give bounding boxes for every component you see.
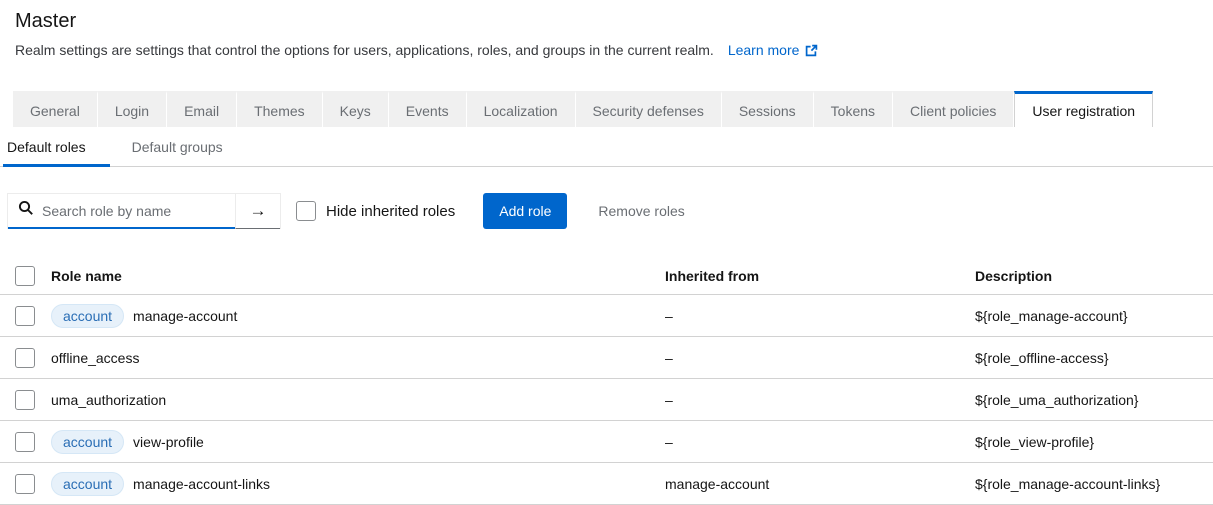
row-checkbox[interactable]	[15, 390, 35, 410]
subtab-default-roles[interactable]: Default roles	[3, 127, 110, 166]
table-row: offline_access – ${role_offline-access}	[0, 337, 1213, 379]
hide-inherited-label: Hide inherited roles	[326, 203, 455, 220]
search-input[interactable]	[42, 203, 227, 219]
role-description: ${role_view-profile}	[975, 434, 1213, 450]
tab-label: Email	[184, 103, 219, 119]
row-checkbox[interactable]	[15, 474, 35, 494]
inherited-from: manage-account	[665, 476, 975, 492]
role-description: ${role_uma_authorization}	[975, 392, 1213, 408]
tab-label: Security defenses	[593, 103, 704, 119]
tab-label: User registration	[1032, 103, 1135, 119]
tab-client-policies[interactable]: Client policies	[893, 91, 1014, 127]
tab-email[interactable]: Email	[167, 91, 237, 127]
container-badge: account	[51, 304, 124, 328]
realm-description-text: Realm settings are settings that control…	[15, 42, 714, 58]
table-row: account manage-account – ${role_manage-ac…	[0, 295, 1213, 337]
realm-description: Realm settings are settings that control…	[15, 42, 1197, 58]
inherited-from: –	[665, 392, 975, 408]
hide-inherited-checkbox[interactable]	[296, 201, 316, 221]
tab-keys[interactable]: Keys	[323, 91, 389, 127]
role-name: manage-account-links	[133, 476, 270, 492]
container-badge: account	[51, 430, 124, 454]
table-row: account view-profile – ${role_view-profil…	[0, 421, 1213, 463]
role-description: ${role_manage-account-links}	[975, 476, 1213, 492]
inherited-from: –	[665, 434, 975, 450]
row-checkbox[interactable]	[15, 432, 35, 452]
tab-label: Keys	[340, 103, 371, 119]
row-checkbox[interactable]	[15, 348, 35, 368]
learn-more-link[interactable]: Learn more	[728, 42, 819, 58]
tab-label: Client policies	[910, 103, 996, 119]
role-description: ${role_offline-access}	[975, 350, 1213, 366]
external-link-icon	[805, 44, 818, 57]
tab-localization[interactable]: Localization	[467, 91, 576, 127]
magnifier-icon	[18, 200, 34, 221]
tab-themes[interactable]: Themes	[237, 91, 323, 127]
roles-toolbar: → Hide inherited roles Add role Remove r…	[7, 193, 1213, 229]
column-description: Description	[975, 268, 1213, 284]
tab-general[interactable]: General	[13, 91, 98, 127]
table-row: account manage-account-links manage-accou…	[0, 463, 1213, 505]
role-name: manage-account	[133, 308, 237, 324]
search-submit-button[interactable]: →	[235, 194, 280, 229]
arrow-right-icon: →	[250, 201, 267, 221]
remove-roles-button[interactable]: Remove roles	[598, 203, 684, 219]
role-name: view-profile	[133, 434, 204, 450]
container-badge: account	[51, 472, 124, 496]
tab-events[interactable]: Events	[389, 91, 467, 127]
tab-user-registration[interactable]: User registration	[1014, 91, 1153, 127]
inherited-from: –	[665, 350, 975, 366]
tab-label: Login	[115, 103, 149, 119]
inherited-from: –	[665, 308, 975, 324]
subtab-label: Default roles	[7, 139, 86, 155]
table-header-row: Role name Inherited from Description	[0, 257, 1213, 295]
tab-label: Themes	[254, 103, 305, 119]
subtab-label: Default groups	[132, 139, 223, 155]
realm-settings-tabs: General Login Email Themes Keys Events L…	[13, 91, 1213, 127]
add-role-button[interactable]: Add role	[483, 193, 567, 229]
tab-label: Localization	[484, 103, 558, 119]
tab-sessions[interactable]: Sessions	[722, 91, 814, 127]
tab-label: Sessions	[739, 103, 796, 119]
tab-label: General	[30, 103, 80, 119]
search-group: →	[7, 193, 281, 229]
subtab-default-groups[interactable]: Default groups	[110, 127, 245, 166]
tab-login[interactable]: Login	[98, 91, 167, 127]
tab-label: Tokens	[831, 103, 875, 119]
role-name: offline_access	[51, 350, 139, 366]
search-box	[8, 194, 235, 229]
default-roles-table: Role name Inherited from Description acc…	[0, 257, 1213, 505]
tab-security-defenses[interactable]: Security defenses	[576, 91, 722, 127]
learn-more-label: Learn more	[728, 42, 800, 58]
select-all-checkbox[interactable]	[15, 266, 35, 286]
role-description: ${role_manage-account}	[975, 308, 1213, 324]
tab-label: Events	[406, 103, 449, 119]
role-name: uma_authorization	[51, 392, 166, 408]
column-role-name: Role name	[51, 268, 665, 284]
tab-tokens[interactable]: Tokens	[814, 91, 893, 127]
row-checkbox[interactable]	[15, 306, 35, 326]
page-title: Master	[15, 10, 1197, 33]
user-registration-subtabs: Default roles Default groups	[0, 127, 1213, 167]
column-inherited-from: Inherited from	[665, 268, 975, 284]
page-header: Master Realm settings are settings that …	[0, 0, 1213, 58]
table-row: uma_authorization – ${role_uma_authoriza…	[0, 379, 1213, 421]
